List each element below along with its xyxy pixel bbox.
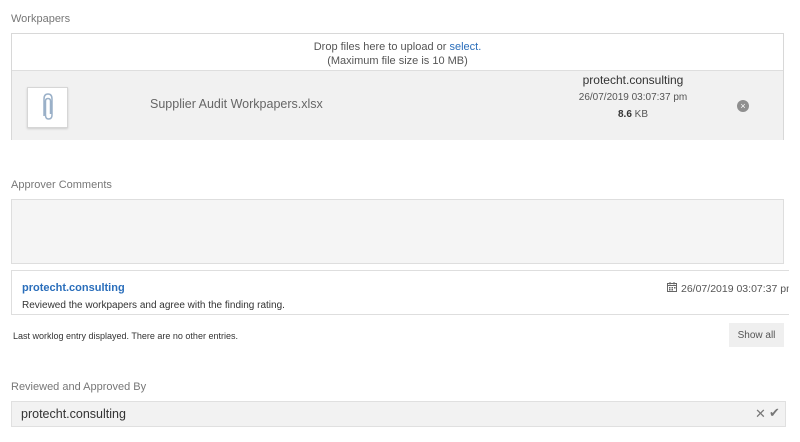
file-metadata: protecht.consulting 26/07/2019 03:07:37 … [542,73,724,122]
file-upload-date: 26/07/2019 03:07:37 pm [578,92,688,103]
reviewed-approved-field[interactable]: protecht.consulting ✕ ✔ [11,401,786,427]
approver-comments-label: Approver Comments [11,179,112,191]
show-all-button[interactable]: Show all [729,323,784,347]
reviewed-approved-label: Reviewed and Approved By [11,381,147,393]
file-dropzone[interactable]: Drop files here to upload or select. (Ma… [11,33,784,140]
file-size-unit: KB [631,109,649,120]
worklog-date: 26/07/2019 03:07:37 pm [667,282,789,295]
file-uploader: protecht.consulting [582,73,684,87]
workpapers-label: Workpapers [11,13,71,25]
file-size-value: 8.6 [617,109,632,120]
clear-icon[interactable]: ✕ [755,406,766,422]
remove-file-button[interactable]: × [737,100,749,112]
close-icon: × [740,101,746,111]
dropzone-text: Drop files here to upload or [313,41,450,53]
worklog-date-text: 26/07/2019 03:07:37 pm [681,283,789,295]
worklog-user[interactable]: protecht.consulting [22,282,125,294]
dropzone-instructions: Drop files here to upload or select. (Ma… [12,34,783,68]
file-name[interactable]: Supplier Audit Workpapers.xlsx [150,97,323,111]
worklog-text: Reviewed the workpapers and agree with t… [22,300,285,311]
max-file-size-note: (Maximum file size is 10 MB) [327,55,468,67]
paperclip-icon [43,93,53,120]
select-files-link[interactable]: select. [449,41,481,53]
worklog-footer-note: Last worklog entry displayed. There are … [13,331,238,341]
worklog-entry: protecht.consulting Reviewed the workpap… [11,270,789,315]
uploaded-file-row: Supplier Audit Workpapers.xlsx protecht.… [12,70,783,140]
file-size: 8.6 KB [542,108,724,122]
calendar-icon [667,282,677,292]
reviewed-approved-value: protecht.consulting [21,407,126,421]
file-thumbnail[interactable] [27,87,68,128]
checkmark-icon[interactable]: ✔ [769,405,780,421]
comment-textarea[interactable] [11,199,784,264]
